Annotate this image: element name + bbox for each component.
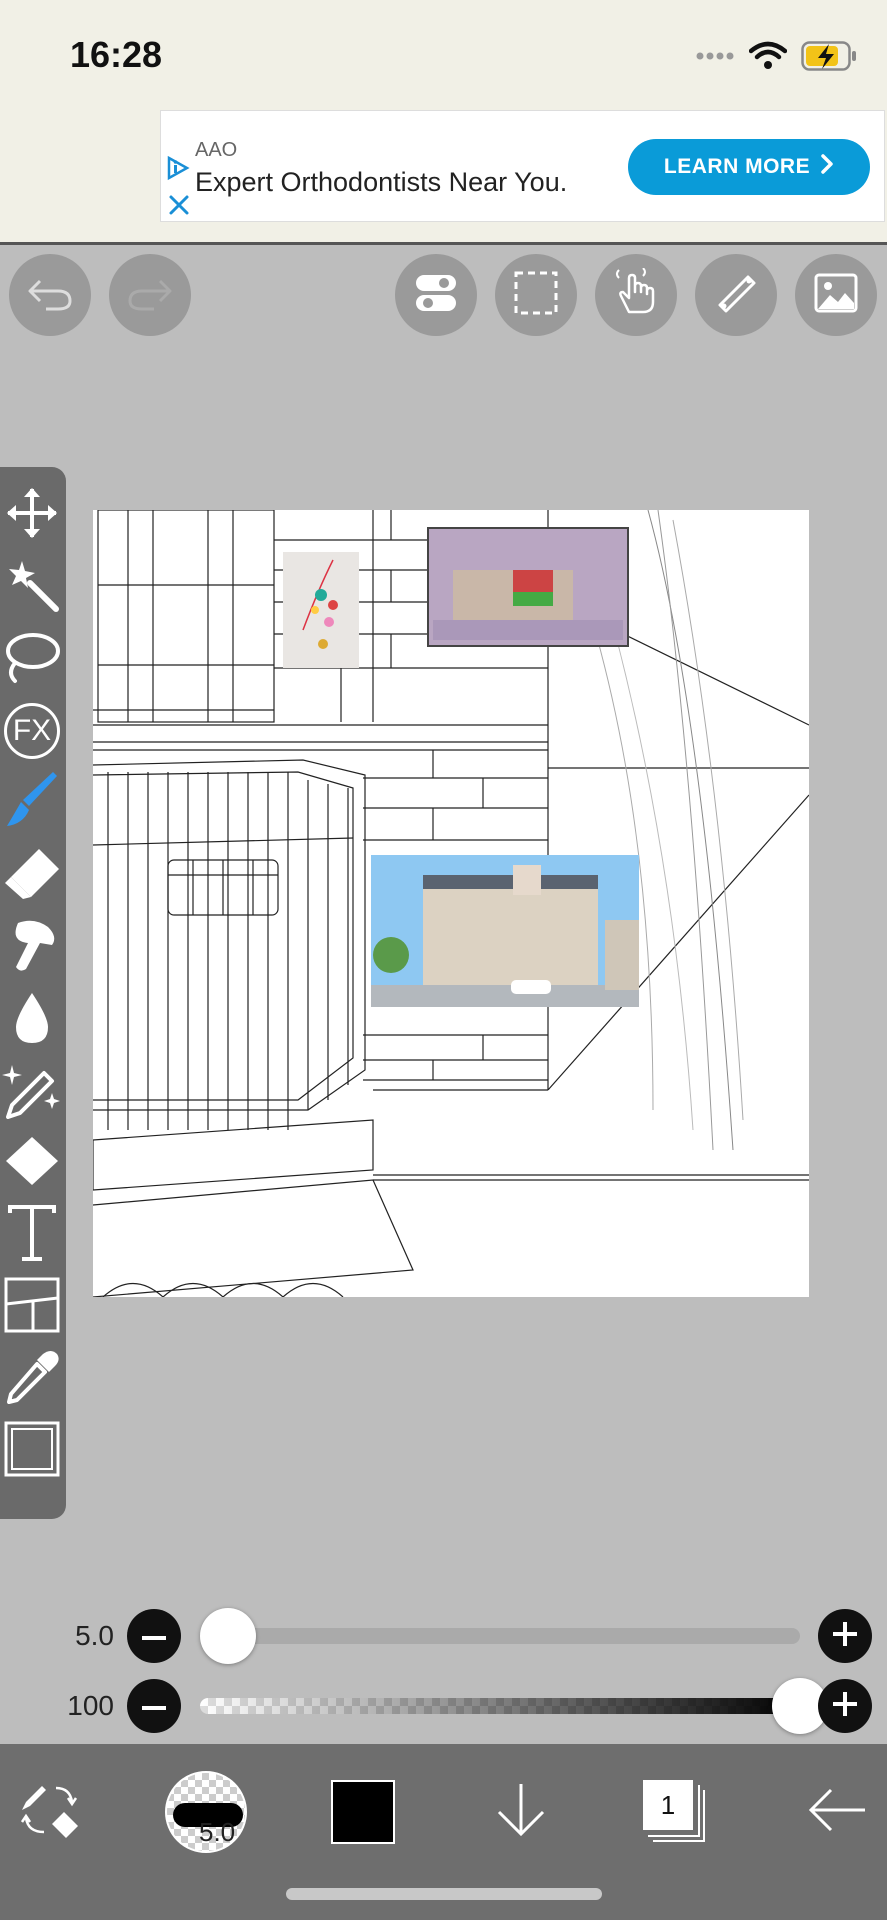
learn-more-button[interactable]: LEARN MORE — [628, 139, 870, 195]
brush-icon — [3, 771, 61, 835]
reference-photo-building — [371, 855, 639, 1007]
ad-brand: AAO — [195, 139, 238, 161]
drawing-canvas[interactable] — [93, 510, 809, 1297]
layers-icon: 1 — [643, 1780, 707, 1844]
learn-more-label: LEARN MORE — [663, 155, 811, 178]
toggle-button[interactable] — [395, 254, 477, 336]
selection-icon — [512, 269, 560, 322]
lasso-tool[interactable] — [0, 627, 64, 691]
status-bar: 16:28 — [0, 0, 887, 106]
status-time: 16:28 — [70, 34, 163, 75]
brush-size-row: 5.0 — [0, 1606, 887, 1666]
brush-settings-button[interactable]: 5.0 — [164, 1764, 248, 1860]
move-icon — [4, 485, 60, 546]
eraser-tool[interactable] — [0, 843, 64, 907]
brush-eraser-swap-icon — [18, 1780, 82, 1845]
move-tool[interactable] — [0, 483, 64, 547]
opacity-row: 100 — [0, 1676, 887, 1736]
opacity-slider[interactable] — [200, 1698, 800, 1714]
plus-icon — [833, 1621, 857, 1651]
ad-area: AAO Expert Orthodontists Near You. LEARN… — [0, 106, 887, 245]
image-icon — [812, 269, 860, 322]
minus-icon — [142, 1697, 166, 1715]
text-tool[interactable] — [0, 1203, 64, 1267]
ruler-button[interactable] — [695, 254, 777, 336]
undo-button[interactable] — [9, 254, 91, 336]
brush-size-increase-button[interactable] — [818, 1609, 872, 1663]
fill-icon — [2, 1133, 62, 1194]
hand-icon — [611, 266, 661, 323]
redo-button[interactable] — [109, 254, 191, 336]
arrow-left-icon — [805, 1785, 869, 1840]
layers-button[interactable]: 1 — [640, 1764, 710, 1860]
eyedropper-icon — [3, 1348, 61, 1411]
ad-banner[interactable]: AAO Expert Orthodontists Near You. LEARN… — [160, 110, 885, 222]
fx-tool[interactable]: FX — [0, 699, 64, 763]
tool-palette: FX — [0, 467, 66, 1519]
canvas-artwork — [93, 510, 809, 1297]
reference-photo-balcony — [427, 527, 629, 647]
canvas-icon — [3, 1420, 61, 1483]
blur-tool[interactable] — [0, 987, 64, 1051]
home-indicator — [286, 1888, 602, 1900]
magic-wand-icon — [4, 557, 60, 618]
status-icons — [695, 38, 857, 78]
minus-icon — [142, 1627, 166, 1645]
current-color-swatch — [331, 1780, 395, 1844]
redo-icon — [126, 273, 174, 318]
arrow-down-icon — [493, 1780, 549, 1845]
brush-size-value: 5.0 — [75, 1620, 114, 1651]
brush-size-slider[interactable] — [200, 1628, 800, 1644]
sparkle-brush-icon — [2, 1059, 62, 1124]
save-down-button[interactable] — [486, 1764, 556, 1860]
canvas-tool[interactable] — [0, 1419, 64, 1483]
toggle-icon — [412, 269, 460, 322]
fill-tool[interactable] — [0, 1131, 64, 1195]
text-icon — [6, 1203, 58, 1268]
color-button[interactable] — [330, 1764, 396, 1860]
opacity-decrease-button[interactable] — [127, 1679, 181, 1733]
eraser-icon — [3, 845, 61, 906]
opacity-value: 100 — [67, 1690, 114, 1721]
fx-icon: FX — [4, 703, 60, 759]
brush-tool[interactable] — [0, 771, 64, 835]
opacity-increase-button[interactable] — [818, 1679, 872, 1733]
hand-button[interactable] — [595, 254, 677, 336]
frame-divider-icon — [3, 1276, 61, 1339]
brush-size-label: 5.0 — [199, 1817, 236, 1847]
quick-switch-button[interactable] — [10, 1764, 90, 1860]
chevron-right-icon — [820, 154, 834, 180]
reference-photo-bracelet — [283, 552, 359, 668]
wifi-icon — [748, 41, 788, 76]
smudge-icon — [4, 917, 60, 978]
signal-icon — [695, 49, 735, 67]
smudge-tool[interactable] — [0, 915, 64, 979]
fx-label: FX — [12, 714, 52, 747]
layer-count: 1 — [660, 1789, 676, 1820]
reference-image-button[interactable] — [795, 254, 877, 336]
brush-size-decrease-button[interactable] — [127, 1609, 181, 1663]
back-button[interactable] — [800, 1764, 874, 1860]
ruler-icon — [712, 269, 760, 322]
frame-divider-tool[interactable] — [0, 1275, 64, 1339]
selection-button[interactable] — [495, 254, 577, 336]
ad-headline[interactable]: Expert Orthodontists Near You. — [195, 167, 567, 198]
brush-size-slider-thumb[interactable] — [200, 1608, 256, 1664]
blur-icon — [8, 989, 56, 1050]
lasso-icon — [3, 629, 61, 690]
undo-icon — [26, 273, 74, 318]
ad-choices-icon[interactable] — [165, 155, 191, 186]
sparkle-brush-tool[interactable] — [0, 1059, 64, 1123]
plus-icon — [833, 1691, 857, 1721]
eyedropper-tool[interactable] — [0, 1347, 64, 1411]
ad-close-icon[interactable] — [167, 193, 191, 222]
magic-wand-tool[interactable] — [0, 555, 64, 619]
battery-charging-icon — [801, 40, 857, 76]
brush-preview: 5.0 — [165, 1771, 247, 1853]
